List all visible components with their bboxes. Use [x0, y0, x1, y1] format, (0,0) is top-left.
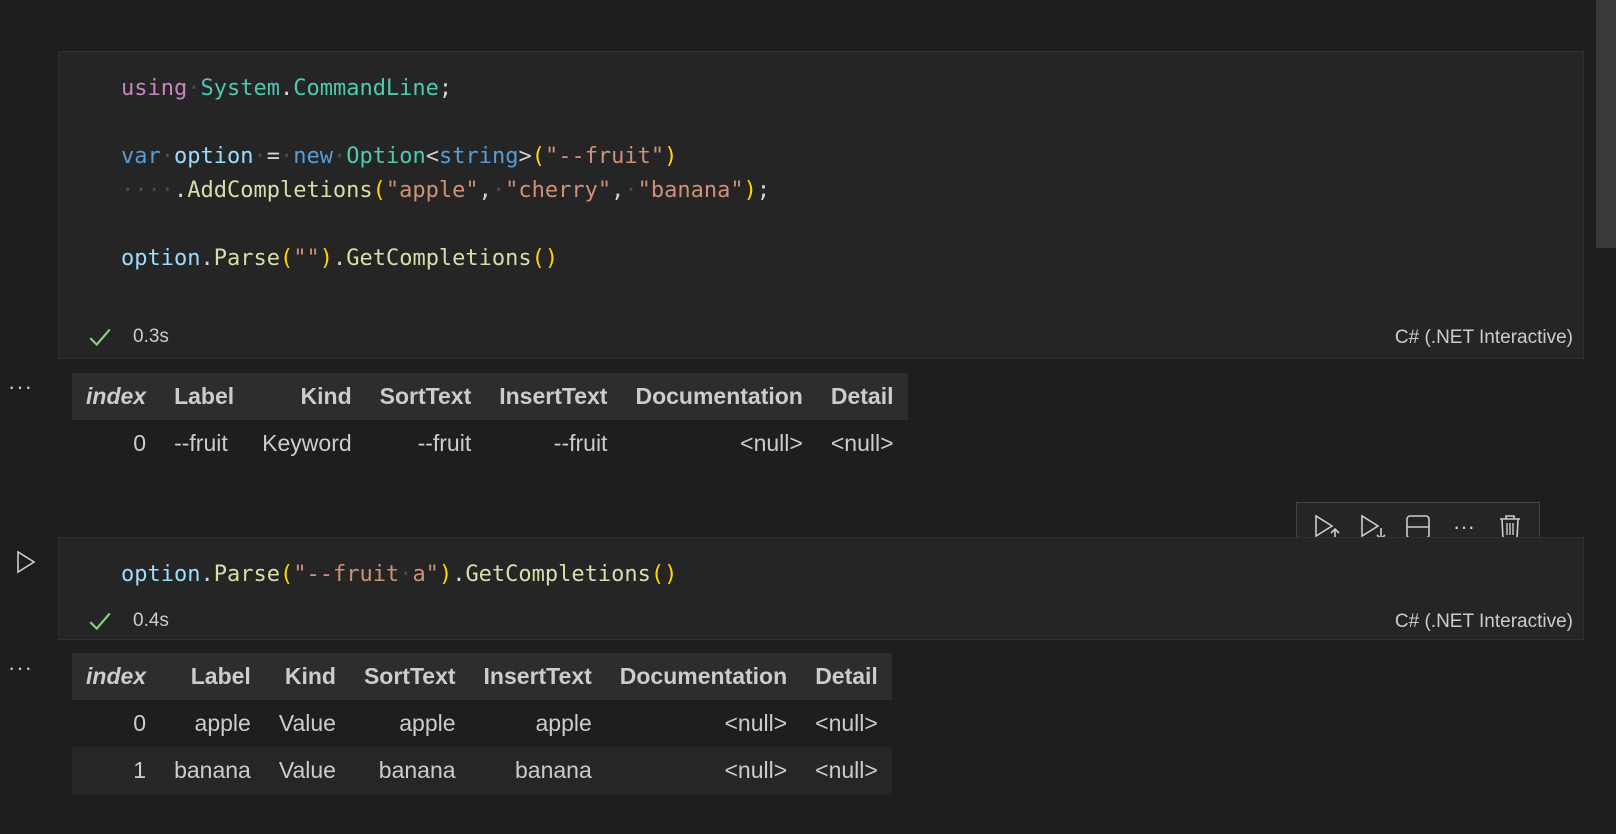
execution-status-1: 0.3s — [87, 324, 169, 350]
run-cell-button[interactable] — [12, 548, 40, 576]
cell-kind: Value — [278, 710, 336, 736]
header-index: index — [72, 373, 161, 420]
execution-time-1: 0.3s — [133, 326, 169, 347]
cell-index: 0 — [133, 430, 147, 456]
execution-time-2: 0.4s — [133, 610, 169, 631]
code-editor-1[interactable]: using·System.CommandLine; var·option·=·n… — [121, 72, 770, 276]
output-menu-icon-1[interactable]: ··· — [8, 374, 33, 400]
header-documentation: Documentation — [621, 373, 817, 420]
play-icon — [17, 550, 36, 574]
cell-documentation: <null> — [724, 710, 788, 736]
table-row: 0 apple Value apple apple <null> <null> — [72, 700, 892, 747]
code-line-1: using·System.CommandLine; — [121, 76, 453, 101]
cell-label: banana — [160, 747, 265, 794]
cell-detail: <null> — [801, 747, 892, 794]
cell-label: --fruit — [174, 430, 228, 456]
code-line-3: var·option·=·new·Option<string>("--fruit… — [121, 144, 678, 169]
cell-inserttext: banana — [469, 747, 606, 794]
check-icon — [89, 328, 111, 347]
header-sorttext: SortText — [349, 653, 470, 700]
kernel-language-1[interactable]: C# (.NET Interactive) — [1395, 327, 1573, 349]
header-inserttext: InsertText — [469, 653, 606, 700]
kernel-language-2[interactable]: C# (.NET Interactive) — [1395, 611, 1573, 633]
header-label: Label — [160, 653, 265, 700]
cell-kind: Keyword — [262, 430, 352, 456]
header-kind: Kind — [264, 653, 350, 700]
cell-detail: <null> — [815, 710, 878, 736]
header-label: Label — [160, 373, 249, 420]
cell-index: 1 — [72, 747, 161, 794]
cell-inserttext: --fruit — [553, 430, 608, 456]
output-table-1: index Label Kind SortText InsertText Doc… — [72, 373, 908, 467]
cell-documentation: <null> — [605, 747, 802, 794]
cell-sorttext: --fruit — [417, 430, 472, 456]
execution-status-2: 0.4s — [87, 608, 169, 634]
cell-sorttext: banana — [349, 747, 470, 794]
table-row: 0 --fruit Keyword --fruit --fruit <null>… — [72, 420, 908, 467]
header-detail: Detail — [801, 653, 892, 700]
code-cell-2[interactable]: option.Parse("--fruit·a").GetCompletions… — [58, 537, 1584, 640]
output-table-2: index Label Kind SortText InsertText Doc… — [72, 653, 892, 794]
code-line-6: option.Parse("").GetCompletions() — [121, 246, 559, 271]
vertical-scrollbar[interactable] — [1596, 0, 1616, 248]
output-menu-icon-2[interactable]: ··· — [8, 655, 33, 681]
code-line-4: ····.AddCompletions("apple",·"cherry",·"… — [121, 178, 771, 203]
cell-documentation: <null> — [740, 430, 803, 456]
cell-detail: <null> — [830, 430, 894, 456]
header-index: index — [72, 653, 161, 700]
cell-inserttext: apple — [535, 710, 592, 736]
cell-index: 0 — [133, 710, 147, 736]
table-header-row: index Label Kind SortText InsertText Doc… — [72, 653, 892, 700]
code-cell-1[interactable]: using·System.CommandLine; var·option·=·n… — [58, 51, 1584, 359]
cell-kind: Value — [264, 747, 350, 794]
code-editor-2[interactable]: option.Parse("--fruit·a").GetCompletions… — [121, 558, 677, 592]
check-icon — [89, 612, 111, 631]
header-inserttext: InsertText — [485, 373, 622, 420]
cell-sorttext: apple — [399, 710, 456, 736]
table-header-row: index Label Kind SortText InsertText Doc… — [72, 373, 908, 420]
header-sorttext: SortText — [365, 373, 486, 420]
header-detail: Detail — [816, 373, 908, 420]
header-documentation: Documentation — [605, 653, 802, 700]
header-kind: Kind — [248, 373, 366, 420]
code-line-1: option.Parse("--fruit·a").GetCompletions… — [121, 562, 678, 587]
cell-label: apple — [194, 710, 251, 736]
table-row: 1 banana Value banana banana <null> <nul… — [72, 747, 892, 794]
